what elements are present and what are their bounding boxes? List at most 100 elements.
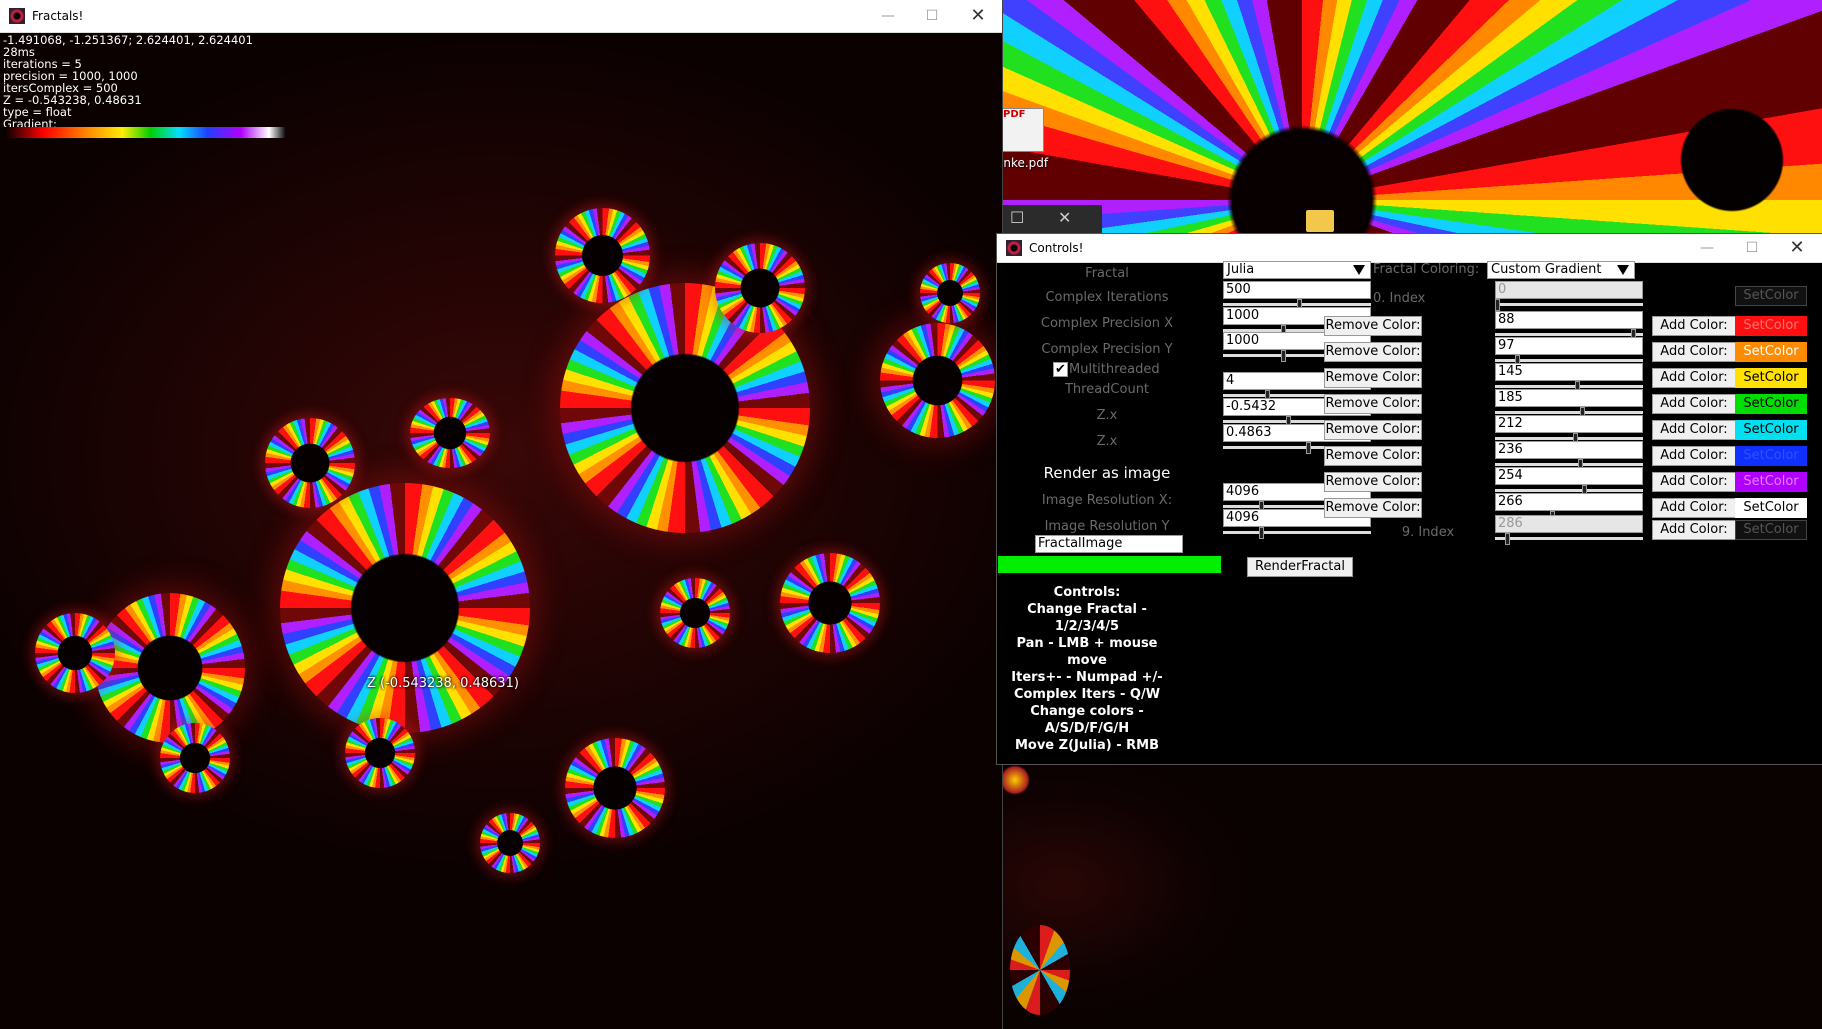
- remove-color-button[interactable]: Remove Color:: [1324, 472, 1422, 492]
- add-color-button[interactable]: Add Color:: [1652, 368, 1736, 388]
- fractals-titlebar[interactable]: Fractals! — ☐ ✕: [0, 0, 1002, 33]
- fractal-select[interactable]: Julia: [1223, 261, 1371, 279]
- gradient-preview: [4, 127, 286, 138]
- resolution-x-label: Image Resolution X:: [1041, 493, 1173, 508]
- gradient-index-slider[interactable]: [1495, 459, 1643, 471]
- remove-color-button[interactable]: Remove Color:: [1324, 342, 1422, 362]
- gradient-index-input[interactable]: 266: [1495, 493, 1643, 511]
- add-color-button[interactable]: Add Color:: [1652, 420, 1736, 440]
- image-name-input[interactable]: FractalImage: [1035, 535, 1183, 553]
- close-button[interactable]: ✕: [958, 4, 998, 28]
- gradient-index-slider[interactable]: [1495, 433, 1643, 445]
- pdf-file-label[interactable]: onke.pdf: [996, 156, 1048, 170]
- index-0-label: 0. Index: [1373, 291, 1426, 306]
- dropdown-arrow-icon: [1353, 265, 1365, 275]
- gradient-index-slider[interactable]: [1495, 329, 1643, 341]
- window-title: Fractals!: [32, 9, 84, 23]
- fractal-spiral: [35, 613, 115, 693]
- fractal-coloring-value: Custom Gradient: [1491, 262, 1602, 277]
- gradient-index-input[interactable]: 145: [1495, 363, 1643, 381]
- set-color-swatch-button[interactable]: SetColor: [1735, 472, 1807, 492]
- fractal-coloring-label: Fractal Coloring:: [1373, 262, 1480, 277]
- info-coords: -1.491068, -1.251367; 2.624401, 2.624401: [3, 33, 253, 47]
- z-x-label: Z.x: [1096, 408, 1118, 423]
- minimize-button[interactable]: —: [868, 4, 908, 28]
- set-color-swatch-button[interactable]: SetColor: [1735, 316, 1807, 336]
- remove-color-button[interactable]: Remove Color:: [1324, 420, 1422, 440]
- complex-iterations-input[interactable]: 500: [1223, 281, 1371, 299]
- maximize-icon[interactable]: ☐: [1010, 208, 1024, 227]
- fractal-spiral: [160, 723, 230, 793]
- desktop-fractal-fragment: [1010, 925, 1070, 1015]
- maximize-button[interactable]: ☐: [912, 4, 952, 28]
- complex-iterations-label: Complex Iterations: [1045, 290, 1169, 305]
- fractal-spiral: [345, 718, 415, 788]
- gradient-index-slider[interactable]: [1495, 407, 1643, 419]
- gradient-index-slider[interactable]: [1495, 381, 1643, 393]
- remove-color-button[interactable]: Remove Color:: [1324, 394, 1422, 414]
- keyboard-help: Controls: Change Fractal - 1/2/3/4/5 Pan…: [997, 584, 1177, 754]
- fractal-canvas[interactable]: [0, 33, 1002, 1029]
- remove-color-button[interactable]: Remove Color:: [1324, 368, 1422, 388]
- render-progress-bar: [998, 556, 1221, 573]
- help-line: Pan - LMB + mouse move: [1016, 636, 1158, 668]
- remove-color-button[interactable]: Remove Color:: [1324, 316, 1422, 336]
- set-color-button-9[interactable]: SetColor: [1735, 520, 1807, 540]
- fractal-spiral: [265, 418, 355, 508]
- slider-thumb[interactable]: [1259, 527, 1264, 539]
- add-color-button[interactable]: Add Color:: [1652, 446, 1736, 466]
- complex-iterations-slider[interactable]: [1223, 299, 1371, 311]
- gradient-index-input[interactable]: 254: [1495, 467, 1643, 485]
- gradient-index-input[interactable]: 185: [1495, 389, 1643, 407]
- maximize-button[interactable]: ☐: [1732, 236, 1772, 260]
- gradient-index-slider[interactable]: [1495, 355, 1643, 367]
- precision-y-label: Complex Precision Y: [1041, 342, 1173, 357]
- slider-thumb[interactable]: [1281, 350, 1286, 362]
- add-color-button[interactable]: Add Color:: [1652, 342, 1736, 362]
- controls-titlebar[interactable]: Controls! — ☐ ✕: [997, 234, 1822, 263]
- slider-thumb[interactable]: [1505, 533, 1510, 545]
- gradient-index-input[interactable]: 212: [1495, 415, 1643, 433]
- remove-color-button[interactable]: Remove Color:: [1324, 446, 1422, 466]
- slider-thumb[interactable]: [1306, 442, 1311, 454]
- fractal-spiral: [95, 593, 245, 743]
- close-button[interactable]: ✕: [1777, 236, 1817, 260]
- fractal-spiral: [565, 738, 665, 838]
- set-color-swatch-button[interactable]: SetColor: [1735, 394, 1807, 414]
- remove-color-button[interactable]: Remove Color:: [1324, 498, 1422, 518]
- set-color-swatch-button[interactable]: SetColor: [1735, 368, 1807, 388]
- add-color-button-9[interactable]: Add Color:: [1652, 520, 1736, 540]
- gradient-index-input[interactable]: 97: [1495, 337, 1643, 355]
- gradient-index-input[interactable]: 236: [1495, 441, 1643, 459]
- close-icon[interactable]: ✕: [1058, 208, 1071, 227]
- index-9-input[interactable]: 286: [1495, 515, 1643, 533]
- fractal-spiral: [920, 263, 980, 323]
- set-color-swatch-button[interactable]: SetColor: [1735, 420, 1807, 440]
- fractal-label: Fractal: [1085, 266, 1129, 281]
- set-color-button-0[interactable]: SetColor: [1735, 286, 1807, 306]
- set-color-swatch-button[interactable]: SetColor: [1735, 498, 1807, 518]
- fractal-spiral: [660, 578, 730, 648]
- fractal-spiral: [880, 323, 995, 438]
- gradient-index-slider[interactable]: [1495, 485, 1643, 497]
- resolution-y-slider[interactable]: [1223, 527, 1371, 539]
- index-9-label: 9. Index: [1401, 525, 1455, 540]
- add-color-button[interactable]: Add Color:: [1652, 394, 1736, 414]
- add-color-button[interactable]: Add Color:: [1652, 498, 1736, 518]
- index-0-input[interactable]: 0: [1495, 281, 1643, 299]
- fractal-coloring-select[interactable]: Custom Gradient: [1487, 261, 1635, 279]
- gradient-index-input[interactable]: 88: [1495, 311, 1643, 329]
- set-color-swatch-button[interactable]: SetColor: [1735, 342, 1807, 362]
- render-as-image-heading: Render as image: [1043, 464, 1171, 482]
- index-9-slider[interactable]: [1495, 533, 1643, 545]
- folder-icon[interactable]: [1306, 210, 1334, 232]
- add-color-button[interactable]: Add Color:: [1652, 316, 1736, 336]
- pdf-file-icon[interactable]: PDF: [1002, 108, 1044, 152]
- multithreaded-checkbox[interactable]: ✔: [1053, 362, 1068, 377]
- render-fractal-button[interactable]: RenderFractal: [1247, 557, 1353, 577]
- minimize-button[interactable]: —: [1687, 236, 1727, 260]
- set-color-swatch-button[interactable]: SetColor: [1735, 446, 1807, 466]
- index-0-slider[interactable]: [1495, 299, 1643, 311]
- add-color-button[interactable]: Add Color:: [1652, 472, 1736, 492]
- slider-thumb[interactable]: [1495, 299, 1500, 311]
